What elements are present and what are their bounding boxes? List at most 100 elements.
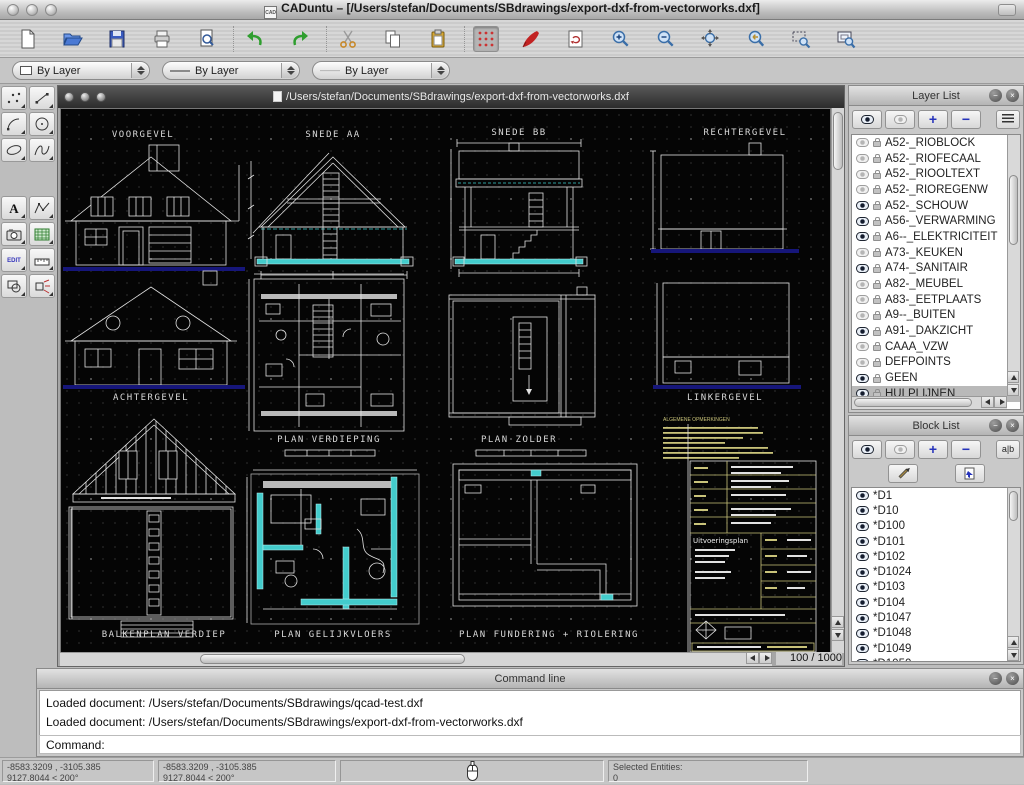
layer-row[interactable]: A52-_SCHOUW — [852, 198, 1020, 214]
layer-row[interactable]: A56-_VERWARMING — [852, 213, 1020, 229]
scroll-down-arrow[interactable] — [1007, 384, 1019, 396]
pen-color-popup[interactable]: By Layer — [12, 61, 150, 80]
grid-toggle-icon[interactable] — [473, 26, 499, 52]
layer-row[interactable]: DEFPOINTS — [852, 355, 1020, 371]
layer-row[interactable]: A9--_BUITEN — [852, 308, 1020, 324]
block-row[interactable]: *D102 — [852, 549, 1020, 564]
layer-row[interactable]: A52-_RIOOLTEXT — [852, 166, 1020, 182]
block-visibility-icon[interactable] — [856, 522, 869, 531]
save-file-icon[interactable] — [104, 26, 130, 52]
panel-close-icon[interactable]: × — [1006, 89, 1019, 102]
open-file-icon[interactable] — [59, 26, 85, 52]
panel-close-icon[interactable]: × — [1006, 419, 1019, 432]
layer-row[interactable]: CAAA_VZW — [852, 339, 1020, 355]
layer-scroll-thumb[interactable] — [1009, 175, 1018, 245]
block-visibility-icon[interactable] — [856, 506, 869, 515]
lock-icon[interactable] — [873, 173, 881, 179]
layer-row[interactable]: A91-_DAKZICHT — [852, 323, 1020, 339]
lock-icon[interactable] — [873, 361, 881, 367]
layer-row[interactable]: A83-_EETPLAATS — [852, 292, 1020, 308]
remove-block-button[interactable]: − — [951, 440, 981, 459]
zoom-out-icon[interactable] — [653, 26, 679, 52]
lock-icon[interactable] — [873, 283, 881, 289]
ellipse-tool-button[interactable] — [1, 138, 27, 162]
edit-block-button[interactable] — [888, 464, 918, 483]
zoom-in-icon[interactable] — [608, 26, 634, 52]
pen-width-popup[interactable]: By Layer — [162, 61, 300, 80]
block-row[interactable]: *D1047 — [852, 610, 1020, 625]
hide-all-layers-button[interactable] — [885, 110, 915, 129]
new-document-icon[interactable] — [14, 26, 40, 52]
explode-tool-button[interactable] — [29, 274, 55, 298]
layer-row[interactable]: A6--_ELEKTRICITEIT — [852, 229, 1020, 245]
command-line-header[interactable]: Command line −× — [37, 669, 1023, 689]
add-layer-button[interactable]: + — [918, 110, 948, 129]
print-preview-icon[interactable] — [194, 26, 220, 52]
block-scroll-thumb[interactable] — [1009, 491, 1018, 521]
undo-icon[interactable] — [242, 26, 268, 52]
insert-block-button[interactable] — [955, 464, 985, 483]
panel-undock-icon[interactable]: − — [989, 89, 1002, 102]
layer-visibility-icon[interactable] — [856, 217, 869, 226]
lock-icon[interactable] — [873, 377, 881, 383]
draw-pen-icon[interactable] — [518, 26, 544, 52]
layer-row[interactable]: A52-_RIOFECAAL — [852, 151, 1020, 167]
show-all-layers-button[interactable] — [852, 110, 882, 129]
vertical-scroll-thumb[interactable] — [833, 112, 843, 170]
pen-style-popup[interactable]: By Layer — [312, 61, 450, 80]
block-visibility-icon[interactable] — [856, 583, 869, 592]
block-row[interactable]: *D1050 — [852, 656, 1020, 662]
lock-icon[interactable] — [873, 141, 881, 147]
layer-visibility-icon[interactable] — [856, 342, 869, 351]
panel-undock-icon[interactable]: − — [989, 419, 1002, 432]
layer-attributes-button[interactable] — [996, 110, 1020, 129]
copy-icon[interactable] — [380, 26, 406, 52]
redo-icon[interactable] — [287, 26, 313, 52]
block-row[interactable]: *D1024 — [852, 564, 1020, 579]
cut-icon[interactable] — [335, 26, 361, 52]
zoom-window-icon[interactable] — [788, 26, 814, 52]
layer-visibility-icon[interactable] — [856, 311, 869, 320]
layer-row[interactable]: GEEN — [852, 370, 1020, 386]
layer-visibility-icon[interactable] — [856, 154, 869, 163]
canvas-vertical-scrollbar[interactable] — [831, 108, 844, 653]
arc-tool-button[interactable] — [1, 112, 27, 136]
scroll-left-arrow[interactable] — [981, 396, 994, 408]
block-visibility-icon[interactable] — [856, 598, 869, 607]
layer-list-header[interactable]: Layer List −× — [849, 86, 1023, 106]
layer-row[interactable]: A52-_RIOREGENW — [852, 182, 1020, 198]
block-visibility-icon[interactable] — [856, 659, 869, 662]
block-row[interactable]: *D10 — [852, 503, 1020, 518]
line-tool-button[interactable] — [29, 86, 55, 110]
redraw-icon[interactable] — [563, 26, 589, 52]
layer-row[interactable]: A74-_SANITAIR — [852, 261, 1020, 277]
layer-visibility-icon[interactable] — [856, 295, 869, 304]
scroll-right-arrow[interactable] — [759, 652, 772, 664]
lock-icon[interactable] — [873, 204, 881, 210]
block-row[interactable]: *D1 — [852, 488, 1020, 503]
rename-block-button[interactable]: a|b — [996, 440, 1020, 459]
lock-icon[interactable] — [873, 314, 881, 320]
layer-visibility-icon[interactable] — [856, 374, 869, 383]
hatch-tool-button[interactable] — [29, 222, 55, 246]
scroll-up-arrow[interactable] — [1007, 371, 1019, 383]
layer-visibility-icon[interactable] — [856, 185, 869, 194]
block-visibility-icon[interactable] — [856, 568, 869, 577]
layer-row[interactable]: A73-_KEUKEN — [852, 245, 1020, 261]
lock-icon[interactable] — [873, 330, 881, 336]
layer-hscroll-thumb[interactable] — [854, 398, 972, 407]
block-row[interactable]: *D1049 — [852, 641, 1020, 656]
layer-visibility-icon[interactable] — [856, 327, 869, 336]
zoom-previous-icon[interactable] — [743, 26, 769, 52]
block-list-vscrollbar[interactable] — [1007, 488, 1020, 661]
point-tool-button[interactable] — [1, 86, 27, 110]
remove-layer-button[interactable]: − — [951, 110, 981, 129]
print-icon[interactable] — [149, 26, 175, 52]
block-row[interactable]: *D100 — [852, 519, 1020, 534]
block-visibility-icon[interactable] — [856, 552, 869, 561]
lock-icon[interactable] — [873, 298, 881, 304]
layer-visibility-icon[interactable] — [856, 280, 869, 289]
layer-row[interactable]: A82-_MEUBEL — [852, 276, 1020, 292]
scroll-down-arrow[interactable] — [1007, 649, 1019, 661]
lock-icon[interactable] — [873, 220, 881, 226]
